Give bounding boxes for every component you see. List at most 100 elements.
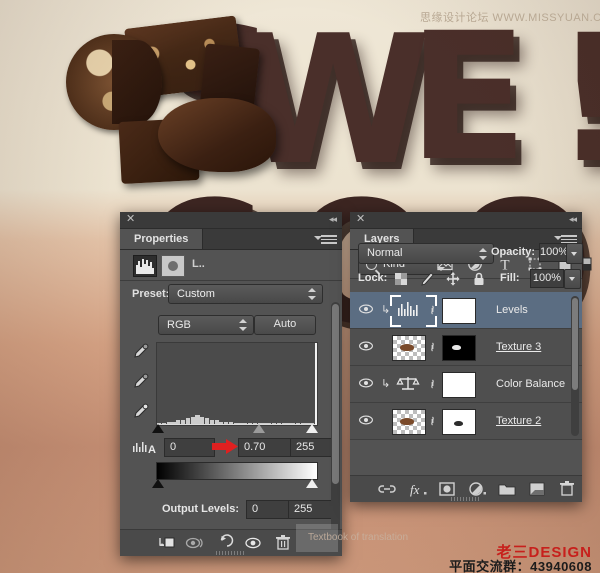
levels-histogram [156, 342, 318, 426]
preset-value: Custom [177, 288, 215, 300]
input-white-field[interactable]: 255 [290, 438, 337, 457]
resize-grip[interactable] [451, 497, 481, 501]
layer-name: Texture 3 [496, 341, 542, 353]
layer-mask-thumbnail[interactable] [442, 409, 476, 435]
set-gray-point-eyedropper[interactable] [130, 372, 150, 392]
layer-row-texture-2[interactable]: Texture 2 [350, 403, 582, 440]
properties-tabstrip: Properties [120, 229, 342, 250]
properties-body: L.. Preset: Custom RGB Auto A 0 0.70 255… [120, 250, 342, 558]
layers-titlebar: ✕ ◂◂ [350, 212, 582, 229]
layer-visibility-icon[interactable] [358, 340, 374, 352]
layers-footer: fx [350, 475, 582, 502]
toggle-visibility-icon[interactable] [242, 534, 264, 552]
set-black-point-eyedropper[interactable] [130, 342, 150, 362]
color-balance-icon [396, 374, 420, 394]
layer-mask-thumbnail[interactable] [442, 335, 476, 361]
new-adjustment-layer-icon[interactable] [466, 480, 488, 498]
layer-mask-thumbnail[interactable] [442, 298, 476, 324]
preset-row: Preset: Custom [120, 280, 342, 310]
watermark-qq-group: 平面交流群：43940608 [449, 559, 592, 573]
layer-row-levels[interactable]: ↳ Levels [350, 292, 582, 329]
auto-button[interactable]: Auto [254, 315, 316, 335]
input-black-handle[interactable] [152, 424, 164, 433]
lock-position-icon[interactable] [444, 270, 462, 288]
translation-note: Textbook of translation [308, 532, 409, 543]
tab-properties[interactable]: Properties [120, 229, 204, 249]
layer-name: Levels [496, 304, 528, 316]
layer-visibility-icon[interactable] [358, 414, 374, 426]
opacity-dropdown-icon[interactable] [566, 243, 583, 264]
channel-row: RGB Auto [120, 312, 342, 340]
opacity-field[interactable]: 100% [539, 243, 569, 262]
input-levels-values: A 0 0.70 255 [120, 436, 342, 462]
close-icon[interactable]: ✕ [126, 214, 135, 225]
toggle-previous-state-icon[interactable] [184, 534, 206, 552]
mask-link-icon[interactable] [428, 415, 437, 427]
svg-text:fx: fx [410, 482, 420, 497]
input-gamma-field[interactable]: 0.70 [238, 438, 291, 457]
resize-grip[interactable] [216, 551, 246, 555]
preset-select[interactable]: Custom [168, 284, 323, 304]
link-layers-icon[interactable] [376, 480, 398, 498]
collapse-icon[interactable]: ◂◂ [329, 215, 337, 224]
svg-text:A: A [148, 444, 156, 456]
layer-visibility-icon[interactable] [358, 377, 374, 389]
new-layer-icon[interactable] [526, 480, 548, 498]
layer-thumbnail[interactable] [392, 335, 426, 361]
layer-mask-thumbnail[interactable] [442, 372, 476, 398]
levels-icon [396, 300, 420, 320]
watermark-top: 思缘设计论坛 WWW.MISSYUAN.COM [420, 12, 600, 24]
output-black-handle[interactable] [152, 479, 164, 488]
channel-select[interactable]: RGB [158, 315, 254, 335]
input-black-field[interactable]: 0 [164, 438, 215, 457]
layers-scrollbar[interactable] [571, 296, 579, 436]
mask-link-icon[interactable] [428, 341, 437, 353]
output-black-field[interactable]: 0 [246, 500, 289, 519]
layer-list[interactable]: ↳ Levels Texture 3 ↳ Color Balance Texture 2 [350, 292, 582, 440]
mask-link-icon[interactable] [428, 304, 437, 316]
output-white-field[interactable]: 255 [288, 500, 335, 519]
lock-image-pixels-icon[interactable] [418, 270, 436, 288]
output-levels-sliders [152, 479, 318, 491]
layer-row-texture-3[interactable]: Texture 3 [350, 329, 582, 366]
input-white-handle[interactable] [306, 424, 318, 433]
delete-layer-icon[interactable] [556, 480, 578, 498]
output-white-handle[interactable] [306, 479, 318, 488]
stepper-icon [479, 247, 487, 260]
mask-link-icon[interactable] [428, 378, 437, 390]
properties-titlebar: ✕ ◂◂ [120, 212, 342, 229]
fill-field[interactable]: 100% [530, 269, 564, 288]
close-icon[interactable]: ✕ [356, 214, 365, 225]
input-gamma-handle[interactable] [253, 424, 265, 433]
reset-adjustment-icon[interactable] [212, 534, 234, 552]
blend-mode-select[interactable]: Normal [358, 243, 494, 264]
set-white-point-eyedropper[interactable] [130, 402, 150, 422]
panel-menu-icon[interactable] [314, 233, 337, 245]
collapse-icon[interactable]: ◂◂ [569, 215, 577, 224]
fill-dropdown-icon[interactable] [564, 269, 581, 289]
layer-style-fx-icon[interactable]: fx [406, 480, 428, 498]
blend-mode-value: Normal [367, 247, 403, 259]
opacity-label: Opacity: [491, 246, 536, 258]
stepper-icon [239, 319, 247, 331]
highlight-arrow-icon [212, 439, 238, 454]
layer-thumbnail[interactable] [392, 409, 426, 435]
layer-mask-icon[interactable] [161, 255, 185, 277]
clip-to-layer-icon[interactable] [156, 534, 178, 552]
properties-scrollbar[interactable] [331, 302, 340, 552]
preset-label: Preset: [132, 288, 170, 300]
blend-mode-row: Normal Opacity: 100% [350, 240, 583, 266]
eyedropper-group [130, 342, 152, 426]
fill-label: Fill: [500, 272, 520, 284]
screenshot-root: C O O S W E ! 思缘设计论坛 WWW.MISSYUAN.COM ✕ … [0, 0, 600, 573]
output-levels-gradient [156, 462, 318, 480]
add-layer-mask-icon[interactable] [436, 480, 458, 498]
layer-row-color-balance[interactable]: ↳ Color Balance [350, 366, 582, 403]
lock-transparent-pixels-icon[interactable] [392, 270, 410, 288]
levels-icon [133, 255, 157, 277]
lock-all-icon[interactable] [470, 270, 488, 288]
delete-adjustment-icon[interactable] [272, 534, 294, 552]
new-group-icon[interactable] [496, 480, 518, 498]
input-levels-sliders [152, 424, 318, 436]
layer-visibility-icon[interactable] [358, 303, 374, 315]
